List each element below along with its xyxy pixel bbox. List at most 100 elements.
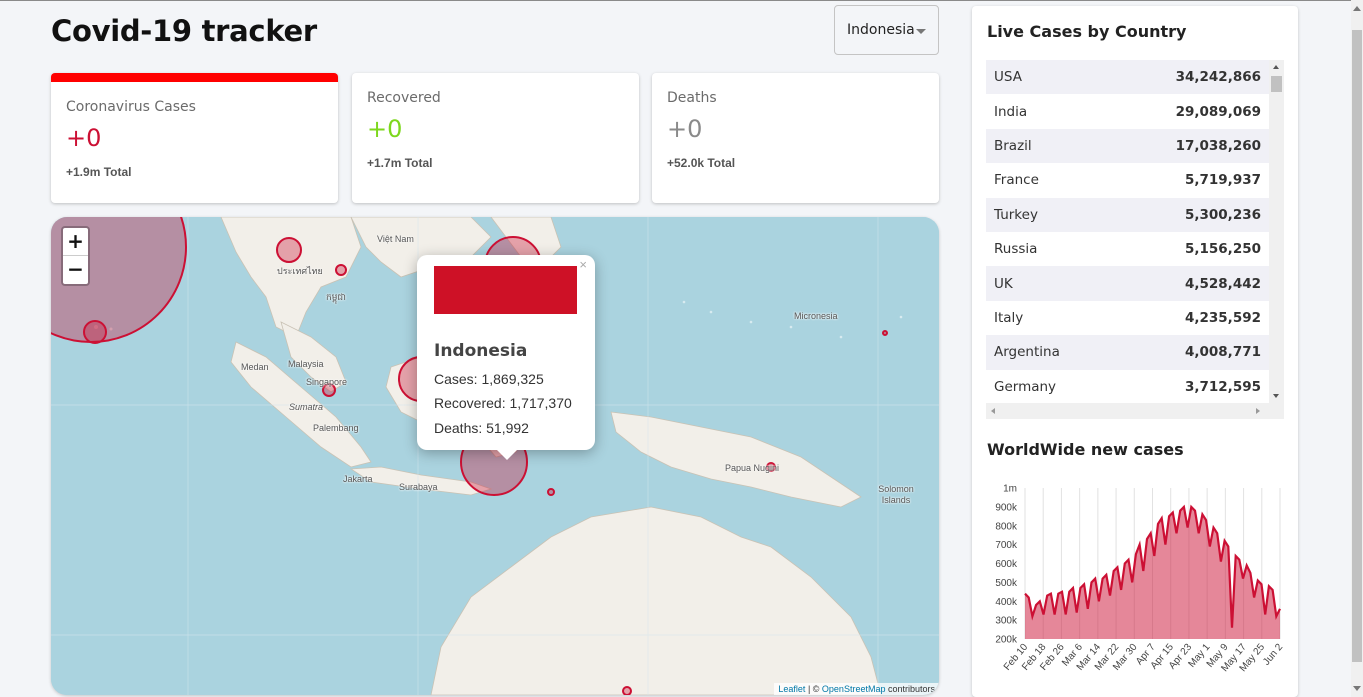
map-label-solomon: Solomon Islands [878, 484, 914, 505]
row-cases: 29,089,069 [1175, 103, 1261, 120]
worldwide-title: WorldWide new cases [987, 440, 1184, 459]
map-label-micronesia: Micronesia [794, 311, 838, 321]
cases-card-new: +0 [66, 124, 102, 152]
zoom-control: + − [61, 226, 90, 286]
deaths-card-label: Deaths [667, 90, 717, 106]
row-cases: 34,242,866 [1175, 69, 1261, 86]
scroll-left-icon[interactable] [991, 408, 995, 414]
table-row: UK 4,528,442 [986, 266, 1269, 301]
y-tick-label: 600k [995, 559, 1018, 570]
page-scroll-up-icon[interactable] [1353, 6, 1361, 11]
map-label-cambodia: កម្ពុជា [326, 292, 346, 302]
row-cases: 5,156,250 [1184, 241, 1261, 258]
map-label-palembang: Palembang [313, 423, 359, 433]
map-label-papua: Papua Nugini [725, 463, 780, 473]
table-row: Italy 4,235,592 [986, 300, 1269, 336]
table-row: Brazil 17,038,260 [986, 128, 1269, 164]
recovered-card-total: +1.7m Total [367, 156, 433, 170]
recovered-card-new: +0 [367, 115, 403, 143]
row-country: India [994, 103, 1028, 120]
map-attribution: Leaflet | © OpenStreetMap contributors [774, 683, 939, 695]
recovered-card[interactable]: Recovered +0 +1.7m Total [352, 73, 639, 203]
row-cases: 5,719,937 [1184, 172, 1261, 189]
table-row: Germany 3,712,595 [986, 369, 1269, 404]
deaths-card-new: +0 [667, 115, 703, 143]
popup-tip [496, 449, 518, 460]
country-flag [434, 266, 577, 314]
y-tick-label: 900k [995, 502, 1018, 513]
row-country: USA [994, 69, 1022, 86]
window-top-border [0, 0, 1363, 1]
row-country: Brazil [994, 137, 1032, 154]
deaths-card-total: +52.0k Total [667, 156, 736, 170]
y-tick-label: 700k [995, 540, 1018, 551]
row-country: Germany [994, 378, 1057, 395]
deaths-card[interactable]: Deaths +0 +52.0k Total [652, 73, 939, 203]
recovered-card-label: Recovered [367, 90, 441, 106]
table-row: Argentina 4,008,771 [986, 335, 1269, 370]
live-cases-table[interactable]: USA 34,242,866 India 29,089,069 Brazil 17,0… [986, 60, 1284, 419]
page-scroll-down-icon[interactable] [1353, 686, 1361, 691]
worldwide-new-cases-chart: 200k300k400k500k600k700k800k900k1m Feb 1… [995, 484, 1285, 675]
close-icon[interactable]: × [579, 257, 587, 272]
cases-card[interactable]: Coronavirus Cases +0 +1.9m Total [51, 73, 338, 203]
table-row: USA 34,242,866 [986, 60, 1269, 95]
zoom-in-button[interactable]: + [63, 228, 88, 256]
scrollbar-thumb[interactable] [1271, 76, 1282, 92]
map-label-vietnam: Việt Nam [377, 234, 414, 244]
attribution-tail: contributors [885, 684, 935, 694]
popup-country-name: Indonesia [434, 341, 528, 361]
y-tick-label: 300k [995, 616, 1018, 627]
x-tick-label: Jun 2 [1261, 642, 1285, 668]
y-tick-label: 1m [1003, 484, 1017, 495]
page-scrollbar-thumb[interactable] [1352, 30, 1362, 662]
map-label-sumatra: Sumatra [289, 402, 324, 412]
table-vertical-scrollbar[interactable] [1269, 60, 1284, 403]
page-scrollbar[interactable] [1351, 0, 1363, 697]
row-country: Russia [994, 241, 1038, 258]
popup-cases: Cases: 1,869,325 [434, 371, 544, 387]
cases-card-total: +1.9m Total [66, 165, 132, 179]
map-label-medan: Medan [241, 362, 269, 372]
zoom-out-button[interactable]: − [63, 256, 88, 284]
right-panel: Live Cases by Country USA 34,242,866 Indi… [972, 6, 1298, 697]
row-cases: 5,300,236 [1184, 206, 1261, 223]
map-label-surabaya: Surabaya [399, 482, 438, 492]
country-select-value: Indonesia [847, 22, 915, 38]
osm-link[interactable]: OpenStreetMap [822, 684, 886, 694]
row-country: France [994, 172, 1039, 189]
table-row: Russia 5,156,250 [986, 232, 1269, 267]
country-select[interactable]: Indonesia [834, 5, 939, 55]
table-horizontal-scrollbar[interactable] [986, 403, 1284, 419]
leaflet-link[interactable]: Leaflet [778, 684, 805, 694]
table-row: India 29,089,069 [986, 94, 1269, 129]
table-row: Turkey 5,300,236 [986, 197, 1269, 232]
map-label-singapore: Singapore [306, 377, 348, 387]
y-tick-label: 500k [995, 578, 1018, 589]
chevron-down-icon [916, 29, 926, 34]
row-cases: 4,235,592 [1184, 309, 1261, 326]
scroll-right-icon[interactable] [1256, 408, 1260, 414]
map-label-thailand: ประเทศไทย [277, 266, 323, 276]
app-title: Covid-19 tracker [51, 14, 317, 48]
row-cases: 17,038,260 [1175, 137, 1261, 154]
row-country: Turkey [994, 206, 1038, 223]
row-cases: 4,008,771 [1184, 344, 1261, 361]
popup-deaths: Deaths: 51,992 [434, 420, 529, 436]
cases-card-label: Coronavirus Cases [66, 99, 196, 115]
attribution-separator: | © [805, 684, 822, 694]
popup-recovered: Recovered: 1,717,370 [434, 395, 572, 411]
scroll-up-icon[interactable] [1273, 65, 1279, 69]
country-popup: × Indonesia Cases: 1,869,325 Recovered: … [417, 255, 595, 460]
y-tick-label: 400k [995, 597, 1018, 608]
map-label-malaysia: Malaysia [288, 359, 324, 369]
y-tick-label: 200k [995, 635, 1018, 646]
row-cases: 3,712,595 [1184, 378, 1261, 395]
row-cases: 4,528,442 [1184, 275, 1261, 292]
map-label-jakarta: Jakarta [343, 474, 373, 484]
scroll-down-icon[interactable] [1273, 394, 1279, 398]
table-row: France 5,719,937 [986, 163, 1269, 198]
row-country: Italy [994, 309, 1024, 326]
row-country: Argentina [994, 344, 1060, 361]
world-map[interactable]: Việt Nam ประเทศไทย កម្ពុជា Malaysia Sing… [51, 217, 939, 695]
